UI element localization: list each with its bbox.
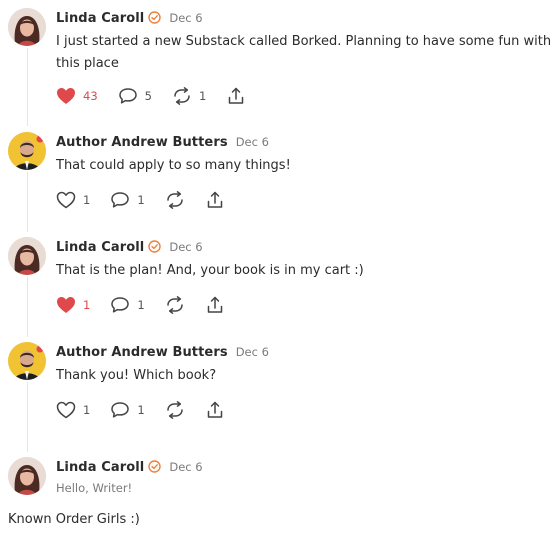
post-meta: Author Andrew Butters Dec 6	[56, 342, 269, 362]
like-button[interactable]: 1	[56, 296, 90, 314]
restack-button[interactable]	[165, 191, 185, 209]
verified-badge-icon	[148, 238, 162, 257]
post-meta: Linda Caroll Dec 6	[56, 8, 203, 28]
author-name[interactable]: Linda Caroll	[56, 11, 144, 26]
post-text: That is the plan! And, your book is in m…	[56, 263, 364, 278]
like-count: 1	[83, 298, 91, 312]
restack-button[interactable]	[165, 296, 185, 314]
share-button[interactable]	[205, 401, 225, 419]
post-meta: Linda Caroll Dec 6	[56, 237, 203, 257]
post-actions: 1 1	[56, 400, 245, 420]
post-actions: 1 1	[56, 190, 245, 210]
post-meta: Author Andrew Butters Dec 6	[56, 132, 269, 152]
restack-icon	[165, 296, 185, 314]
comment-button[interactable]: 5	[118, 87, 152, 105]
heart-icon	[56, 87, 76, 105]
post-date[interactable]: Dec 6	[236, 345, 269, 359]
avatar[interactable]	[8, 132, 46, 170]
like-button[interactable]: 1	[56, 191, 90, 209]
comment-count: 1	[137, 193, 145, 207]
author-name[interactable]: Linda Caroll	[56, 240, 144, 255]
comment-button[interactable]: 1	[110, 191, 145, 209]
comment-count: 1	[137, 298, 145, 312]
like-count: 1	[83, 193, 91, 207]
avatar[interactable]	[8, 342, 46, 380]
heart-icon	[56, 296, 76, 314]
comment-icon	[110, 191, 130, 209]
restack-button[interactable]	[165, 401, 185, 419]
comment-icon	[118, 87, 138, 105]
comment-button[interactable]: 1	[110, 296, 145, 314]
avatar[interactable]	[8, 457, 46, 495]
comment-icon	[110, 296, 130, 314]
verified-badge-icon	[148, 9, 162, 28]
post-text: I just started a new Substack called Bor…	[56, 34, 552, 71]
like-button[interactable]: 43	[56, 87, 98, 105]
restack-icon	[165, 191, 185, 209]
like-count: 1	[83, 403, 91, 417]
share-button[interactable]	[226, 87, 246, 105]
post-text: Thank you! Which book?	[56, 368, 217, 383]
like-count: 43	[83, 89, 98, 103]
share-button[interactable]	[205, 191, 225, 209]
post-date[interactable]: Dec 6	[169, 460, 202, 474]
comment-count: 5	[144, 89, 152, 103]
like-button[interactable]: 1	[56, 401, 90, 419]
author-name[interactable]: Author Andrew Butters	[56, 345, 228, 360]
restack-icon	[172, 87, 192, 105]
post-actions: 43 5 1	[56, 86, 266, 106]
restack-icon	[165, 401, 185, 419]
post-date[interactable]: Dec 6	[169, 240, 202, 254]
post-actions: 1 1	[56, 295, 245, 315]
post-date[interactable]: Dec 6	[169, 11, 202, 25]
post-text: Known Order Girls :)	[8, 512, 140, 527]
share-icon	[205, 401, 225, 419]
post-text: That could apply to so many things!	[56, 158, 291, 173]
share-icon	[205, 296, 225, 314]
author-name[interactable]: Author Andrew Butters	[56, 135, 228, 150]
restack-count: 1	[198, 89, 207, 103]
comment-count: 1	[137, 403, 145, 417]
post-meta: Linda Caroll Dec 6	[56, 457, 203, 477]
share-button[interactable]	[205, 296, 225, 314]
note-post: Author Andrew Butters Dec 6 That could a…	[0, 132, 556, 212]
note-post: Linda Caroll Dec 6 That is the plan! And…	[0, 237, 556, 317]
comment-button[interactable]: 1	[110, 401, 145, 419]
author-name[interactable]: Linda Caroll	[56, 460, 144, 475]
note-post: Linda Caroll Dec 6 I just started a new …	[0, 8, 556, 108]
avatar[interactable]	[8, 237, 46, 275]
share-icon	[205, 191, 225, 209]
note-post: Author Andrew Butters Dec 6 Thank you! W…	[0, 342, 556, 422]
share-icon	[226, 87, 246, 105]
heart-icon	[56, 401, 76, 419]
restack-button[interactable]: 1	[172, 87, 206, 105]
comment-icon	[110, 401, 130, 419]
verified-badge-icon	[148, 458, 162, 477]
author-subtitle: Hello, Writer!	[56, 481, 133, 495]
avatar[interactable]	[8, 8, 46, 46]
heart-icon	[56, 191, 76, 209]
post-date[interactable]: Dec 6	[236, 135, 269, 149]
note-post: Linda Caroll Dec 6 Hello, Writer!	[0, 457, 556, 497]
